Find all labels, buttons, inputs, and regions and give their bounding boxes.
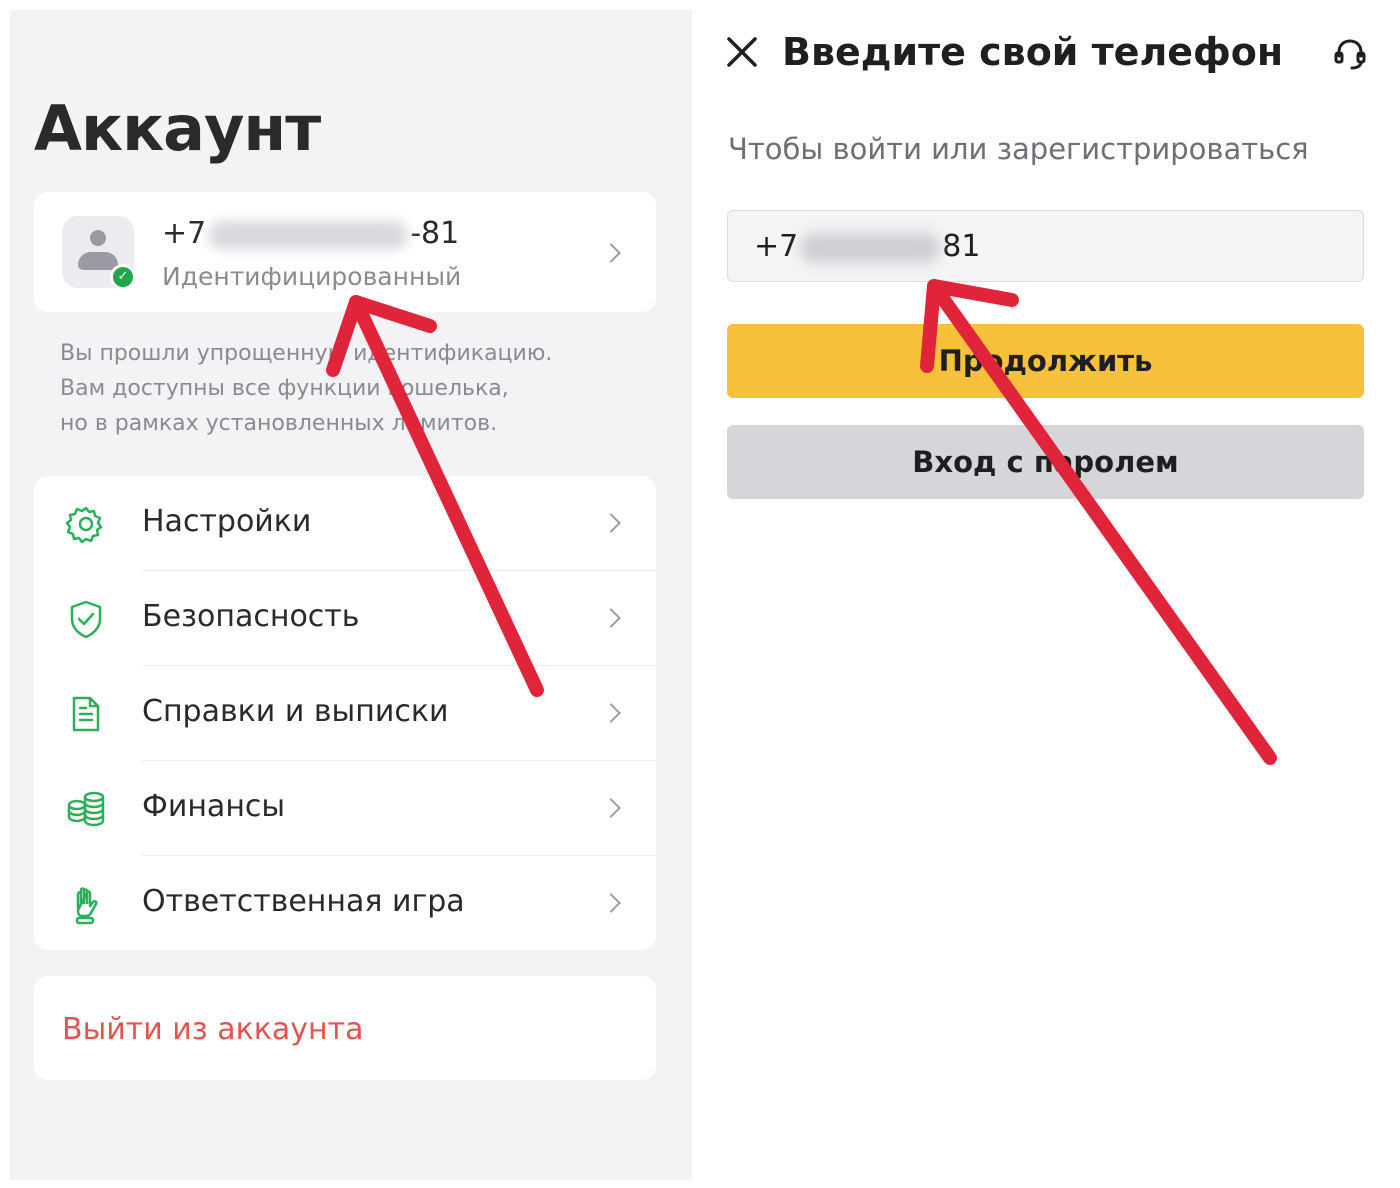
headset-icon[interactable] bbox=[1332, 36, 1368, 72]
identification-status: Идентифицированный bbox=[162, 262, 462, 291]
shield-check-icon bbox=[70, 600, 102, 639]
document-icon bbox=[72, 696, 100, 732]
chevron-right-icon bbox=[601, 893, 621, 913]
login-subtitle: Чтобы войти или зарегистрироваться bbox=[728, 132, 1309, 166]
avatar: ✓ bbox=[62, 216, 136, 290]
account-panel: Аккаунт ✓ +7 -81 Идентифицированный Вы пр… bbox=[10, 10, 692, 1180]
chevron-right-icon bbox=[601, 608, 621, 628]
hand-icon bbox=[75, 887, 98, 925]
menu-item-settings[interactable]: Настройки bbox=[34, 476, 656, 571]
menu-item-security[interactable]: Безопасность bbox=[34, 571, 656, 666]
coins-icon bbox=[67, 791, 105, 827]
chevron-right-icon bbox=[601, 513, 621, 533]
chevron-right-icon bbox=[601, 798, 621, 818]
login-title: Введите свой телефон bbox=[782, 30, 1284, 74]
identification-note: Вы прошли упрощенную идентификацию. Вам … bbox=[60, 341, 553, 436]
phone-blur-mask bbox=[800, 232, 941, 263]
verified-check-icon: ✓ bbox=[110, 264, 136, 290]
continue-button[interactable]: Продолжить bbox=[727, 324, 1364, 398]
chevron-right-icon bbox=[601, 703, 621, 723]
password-login-button[interactable]: Вход с паролем bbox=[727, 425, 1364, 499]
menu-item-responsible-gaming[interactable]: Ответственная игра bbox=[34, 856, 656, 951]
menu-item-documents[interactable]: Справки и выписки bbox=[34, 666, 656, 761]
profile-phone: +7 -81 bbox=[162, 216, 460, 251]
menu-item-finance[interactable]: Финансы bbox=[34, 761, 656, 856]
close-icon[interactable] bbox=[724, 34, 760, 70]
chevron-right-icon bbox=[601, 243, 621, 263]
gear-icon bbox=[65, 506, 103, 544]
profile-card[interactable]: ✓ +7 -81 Идентифицированный bbox=[34, 192, 656, 312]
logout-button[interactable]: Выйти из аккаунта bbox=[34, 976, 656, 1080]
menu-list: Настройки Безопасность Справки и выписки bbox=[34, 476, 656, 950]
phone-blur-mask bbox=[208, 220, 409, 249]
phone-input[interactable]: +7 81 bbox=[727, 210, 1364, 282]
page-title: Аккаунт bbox=[34, 92, 321, 165]
logout-label: Выйти из аккаунта bbox=[62, 1012, 364, 1047]
